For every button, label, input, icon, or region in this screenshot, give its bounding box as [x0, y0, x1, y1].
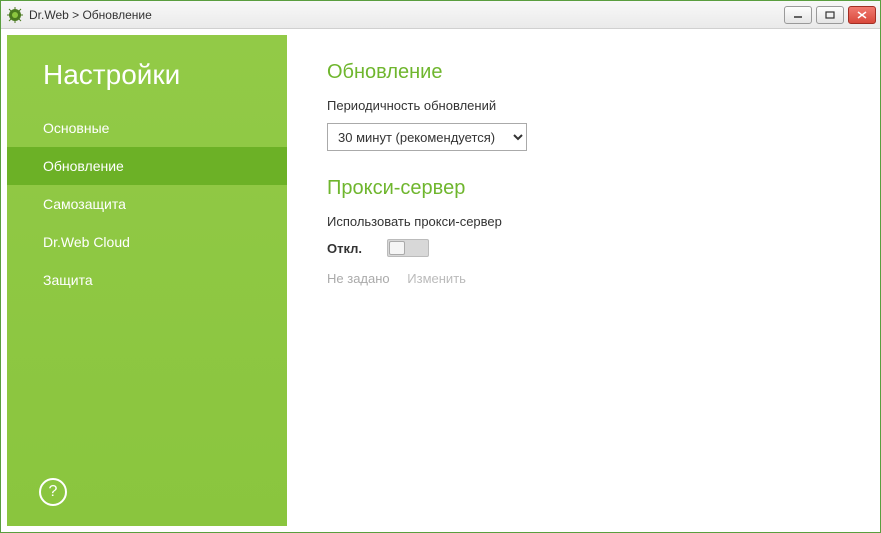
close-button[interactable]	[848, 6, 876, 24]
proxy-status: Не задано Изменить	[327, 271, 834, 286]
sidebar-item-selfprotect[interactable]: Самозащита	[7, 185, 287, 223]
proxy-status-text: Не задано	[327, 271, 390, 286]
sidebar: Настройки Основные Обновление Самозащита…	[7, 35, 287, 526]
minimize-button[interactable]	[784, 6, 812, 24]
proxy-toggle[interactable]	[387, 239, 429, 257]
sidebar-item-cloud[interactable]: Dr.Web Cloud	[7, 223, 287, 261]
app-icon	[7, 7, 23, 23]
window-controls	[784, 6, 876, 24]
maximize-button[interactable]	[816, 6, 844, 24]
sidebar-nav: Основные Обновление Самозащита Dr.Web Cl…	[7, 109, 287, 299]
proxy-use-label: Использовать прокси-сервер	[327, 214, 834, 229]
content-pane: Обновление Периодичность обновлений 30 м…	[287, 35, 874, 526]
titlebar: Dr.Web > Обновление	[1, 1, 880, 29]
proxy-state-label: Откл.	[327, 241, 371, 256]
section-title-update: Обновление	[327, 61, 834, 84]
section-title-proxy: Прокси-сервер	[327, 177, 834, 200]
frequency-label: Периодичность обновлений	[327, 98, 834, 113]
sidebar-title: Настройки	[7, 35, 287, 109]
window-title: Dr.Web > Обновление	[29, 8, 784, 22]
sidebar-footer: ?	[7, 462, 287, 526]
proxy-change-link[interactable]: Изменить	[407, 271, 466, 286]
sidebar-item-main[interactable]: Основные	[7, 109, 287, 147]
sidebar-item-update[interactable]: Обновление	[7, 147, 287, 185]
window-body: Настройки Основные Обновление Самозащита…	[1, 29, 880, 532]
proxy-toggle-row: Откл.	[327, 239, 834, 257]
help-icon-label: ?	[49, 483, 58, 501]
app-window: Dr.Web > Обновление Настройки Основные О…	[0, 0, 881, 533]
help-icon[interactable]: ?	[39, 478, 67, 506]
frequency-select[interactable]: 30 минут (рекомендуется)	[327, 123, 527, 151]
toggle-knob	[389, 241, 405, 255]
sidebar-item-protection[interactable]: Защита	[7, 261, 287, 299]
